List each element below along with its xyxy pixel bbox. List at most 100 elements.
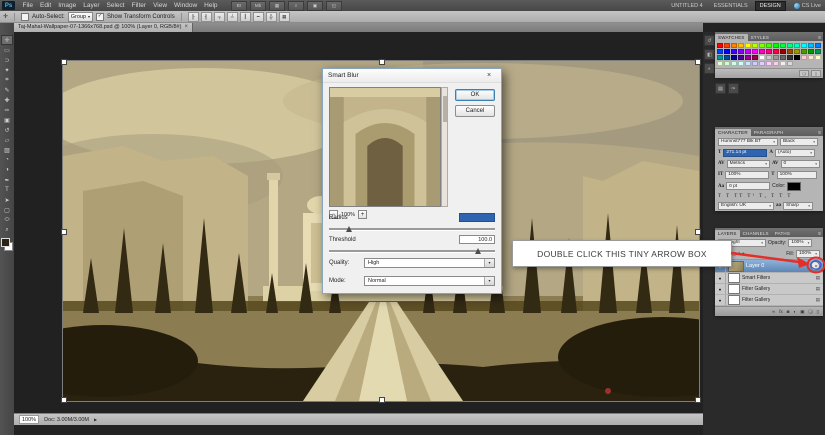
threshold-slider[interactable] <box>329 247 495 255</box>
color-swatch[interactable] <box>773 43 779 48</box>
tab-swatches[interactable]: SWATCHES <box>715 34 748 41</box>
color-swatch[interactable] <box>717 55 723 60</box>
show-transform-checkbox[interactable]: ✓ <box>96 12 105 21</box>
lock-icon[interactable]: ● <box>742 251 745 257</box>
zoom-tool-icon[interactable]: ⌕ <box>1 225 13 235</box>
clone-stamp-tool-icon[interactable]: ▣ <box>1 115 13 125</box>
blur-tool-icon[interactable]: ◔ <box>1 155 13 165</box>
slider-handle[interactable] <box>475 248 482 254</box>
workspace-tab-design[interactable]: DESIGN <box>754 0 786 11</box>
foreground-color-swatch[interactable] <box>1 238 10 247</box>
color-swatch[interactable] <box>745 43 751 48</box>
quick-selection-tool-icon[interactable]: ✦ <box>1 65 13 75</box>
slider-handle[interactable] <box>345 226 352 232</box>
color-swatch[interactable] <box>787 61 793 66</box>
language-select[interactable]: English: UK ▾ <box>718 201 774 210</box>
styles-panel-icon[interactable]: ◧ <box>704 49 715 60</box>
transform-handle[interactable] <box>695 59 701 65</box>
tracking-field[interactable]: 0 ▾ <box>780 159 820 168</box>
menu-item[interactable]: File <box>19 2 36 9</box>
adjustment-layer-icon[interactable]: ◐ <box>793 309 796 314</box>
menu-item[interactable]: Edit <box>36 2 54 9</box>
scrollbar-thumb[interactable] <box>442 96 447 122</box>
transform-handle[interactable] <box>379 59 385 65</box>
color-swatch[interactable] <box>724 61 730 66</box>
arrange-documents-icon[interactable]: ▣ <box>307 0 324 11</box>
color-swatch[interactable] <box>738 49 744 54</box>
radius-field[interactable] <box>459 213 495 222</box>
visibility-eye-icon[interactable]: ● <box>715 273 726 283</box>
color-swatch[interactable] <box>773 49 779 54</box>
screen-mode-icon[interactable]: ◱ <box>326 0 343 11</box>
filter-mask-thumbnail[interactable] <box>728 284 740 294</box>
cs-live-button[interactable]: CS Live <box>793 2 821 9</box>
align-icon[interactable]: ━ <box>252 11 264 22</box>
align-icon[interactable]: ╤ <box>213 11 225 22</box>
menu-item[interactable]: Image <box>55 2 80 9</box>
baseline-field[interactable]: 0 pt <box>726 182 771 190</box>
tab-paragraph[interactable]: PARAGRAPH <box>751 129 787 136</box>
color-swatch[interactable] <box>766 55 772 60</box>
menu-item[interactable]: Window <box>171 2 201 9</box>
history-panel-icon[interactable]: ↺ <box>704 35 715 46</box>
brush-tool-icon[interactable]: ✑ <box>1 105 13 115</box>
status-menu-arrow-icon[interactable]: ▶ <box>94 417 97 422</box>
align-icon[interactable]: ┃ <box>239 11 251 22</box>
color-swatch[interactable] <box>780 49 786 54</box>
align-icon[interactable]: ╧ <box>226 11 238 22</box>
history-brush-tool-icon[interactable]: ↺ <box>1 125 13 135</box>
color-swatch[interactable] <box>717 43 723 48</box>
zoom-in-button[interactable]: + <box>358 210 368 219</box>
font-style-select[interactable]: Black ▾ <box>780 137 818 146</box>
color-swatch[interactable] <box>759 55 765 60</box>
filter-row[interactable]: ● Smart Filters ▤ <box>715 273 823 284</box>
menu-item[interactable]: Filter <box>128 2 149 9</box>
color-swatch[interactable] <box>780 61 786 66</box>
color-swatch[interactable] <box>759 49 765 54</box>
transform-handle[interactable] <box>61 59 67 65</box>
filter-options-icon[interactable]: ▤ <box>816 297 820 303</box>
color-swatch[interactable] <box>766 43 772 48</box>
auto-select-dropdown[interactable]: Group ▾ <box>67 11 94 22</box>
tab-paths[interactable]: PATHS <box>772 230 793 237</box>
color-swatch[interactable] <box>773 61 779 66</box>
pen-tool-icon[interactable]: ✒ <box>1 175 13 185</box>
lock-icon[interactable]: ✛ <box>737 251 741 257</box>
smart-filter-toggle-arrow[interactable]: » <box>810 261 820 271</box>
filter-mask-thumbnail[interactable] <box>728 273 740 283</box>
auto-select-checkbox[interactable] <box>21 12 30 21</box>
visibility-eye-icon[interactable]: ● <box>715 284 726 294</box>
color-swatch[interactable] <box>787 43 793 48</box>
color-swatch[interactable] <box>780 43 786 48</box>
lock-icon[interactable]: ▢ <box>732 251 736 257</box>
color-swatch[interactable] <box>752 49 758 54</box>
color-swatch[interactable] <box>773 55 779 60</box>
quality-select[interactable]: High ▾ <box>364 257 495 268</box>
zoom-tool-icon[interactable]: ⌕ <box>288 0 305 11</box>
color-swatch[interactable] <box>801 49 807 54</box>
tab-layers[interactable]: LAYERS <box>715 230 740 237</box>
font-style-toggles[interactable]: T T TT T¹ T₁ T T T <box>718 194 792 199</box>
align-icon[interactable]: ╢ <box>200 11 212 22</box>
link-layers-icon[interactable]: ∞ <box>772 309 775 314</box>
color-swatch[interactable] <box>752 55 758 60</box>
color-swatch[interactable] <box>717 49 723 54</box>
filter-row[interactable]: ● Filter Gallery ▤ <box>715 295 823 306</box>
fill-field[interactable]: 100% ▾ <box>796 249 820 258</box>
eyedropper-tool-icon[interactable]: ✎ <box>1 85 13 95</box>
color-swatch[interactable] <box>780 55 786 60</box>
delete-swatch-icon[interactable]: ▯ <box>811 70 821 77</box>
color-swatch[interactable] <box>731 49 737 54</box>
color-swatch[interactable] <box>731 55 737 60</box>
color-swatch[interactable] <box>724 49 730 54</box>
zoom-level-field[interactable]: 100% <box>19 415 40 424</box>
text-color-swatch[interactable] <box>787 181 802 191</box>
transform-handle[interactable] <box>61 397 67 403</box>
workspace-tab-essentials[interactable]: ESSENTIALS <box>710 2 752 10</box>
layer-style-icon[interactable]: fx <box>779 309 783 314</box>
color-swatch[interactable] <box>724 55 730 60</box>
panel-menu-icon[interactable]: ≡ <box>816 130 823 136</box>
delete-layer-icon[interactable]: ▯ <box>817 309 819 315</box>
bridge-icon[interactable]: Br <box>231 0 248 11</box>
brush-panel-icon[interactable]: ✑ <box>728 83 739 94</box>
